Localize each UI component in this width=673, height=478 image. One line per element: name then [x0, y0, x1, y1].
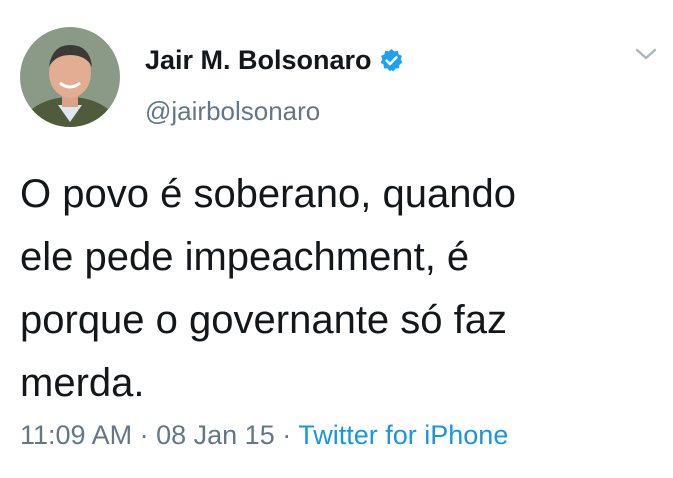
meta-separator: · — [282, 420, 292, 450]
chevron-down-icon[interactable] — [633, 44, 659, 64]
tweet-time[interactable]: 11:09 AM — [20, 420, 132, 450]
tweet-metadata: 11:09 AM · 08 Jan 15 · Twitter for iPhon… — [20, 420, 508, 451]
tweet-date[interactable]: 08 Jan 15 — [156, 420, 275, 450]
user-name-row[interactable]: Jair M. Bolsonaro — [145, 40, 404, 80]
tweet-source-link[interactable]: Twitter for iPhone — [298, 420, 508, 450]
display-name[interactable]: Jair M. Bolsonaro — [145, 45, 372, 76]
tweet-text: O povo é soberano, quando ele pede impea… — [20, 172, 516, 405]
verified-badge-icon — [379, 48, 404, 73]
meta-separator: · — [139, 420, 149, 450]
user-handle[interactable]: @jairbolsonaro — [145, 96, 320, 127]
avatar[interactable] — [20, 27, 120, 127]
tweet-card: Jair M. Bolsonaro @jairbolsonaro O povo … — [0, 0, 673, 478]
